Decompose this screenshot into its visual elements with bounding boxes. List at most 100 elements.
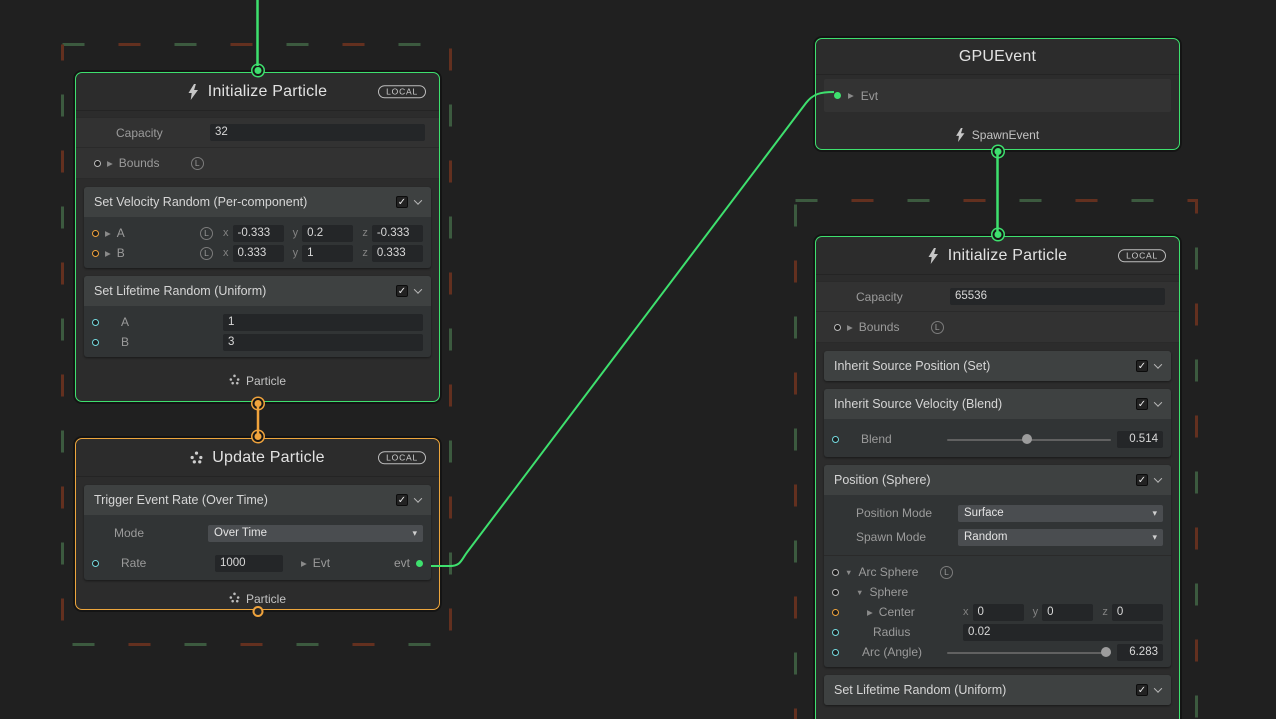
z-field[interactable]: 0.333 bbox=[372, 245, 423, 262]
bounds-port[interactable] bbox=[94, 160, 101, 167]
enabled-checkbox[interactable]: ✓ bbox=[396, 494, 408, 506]
blend-slider[interactable] bbox=[947, 431, 1111, 448]
value-field[interactable]: 1 bbox=[223, 314, 423, 331]
gpu-event-node[interactable]: GPUEvent ▶ Evt SpawnEvent bbox=[815, 38, 1180, 150]
x-field[interactable]: 0.333 bbox=[233, 245, 284, 262]
event-output-port[interactable] bbox=[994, 148, 1001, 155]
float-port[interactable] bbox=[92, 339, 99, 346]
bounds-port[interactable] bbox=[834, 324, 841, 331]
rate-field[interactable]: 1000 bbox=[215, 555, 283, 572]
collapse-chevron-icon[interactable] bbox=[414, 285, 422, 293]
flow-input-port[interactable] bbox=[994, 231, 1001, 238]
node-header[interactable]: Initialize Particle LOCAL bbox=[76, 73, 439, 111]
collapse-chevron-icon[interactable] bbox=[1154, 398, 1162, 406]
block-header[interactable]: Set Lifetime Random (Uniform) ✓ bbox=[824, 675, 1171, 705]
block-set-lifetime-random[interactable]: Set Lifetime Random (Uniform) ✓ A 1 B 3 bbox=[84, 276, 431, 357]
float-port[interactable] bbox=[832, 629, 839, 636]
sphere-port[interactable] bbox=[832, 589, 839, 596]
spawn-mode-dropdown[interactable]: Random ▾ bbox=[958, 529, 1163, 546]
event-input-port[interactable] bbox=[834, 92, 841, 99]
block-header[interactable]: Inherit Source Position (Set) ✓ bbox=[824, 351, 1171, 381]
enabled-checkbox[interactable]: ✓ bbox=[1136, 398, 1148, 410]
collapse-chevron-icon[interactable] bbox=[414, 196, 422, 204]
collapse-chevron-icon[interactable] bbox=[414, 494, 422, 502]
local-space-icon[interactable]: L bbox=[931, 321, 944, 334]
enabled-checkbox[interactable]: ✓ bbox=[396, 196, 408, 208]
radius-field[interactable]: 0.02 bbox=[963, 624, 1163, 641]
foldout-icon[interactable]: ▶ bbox=[867, 608, 873, 617]
vfx-graph-canvas[interactable]: Initialize Particle LOCAL Capacity 32 ▶ … bbox=[0, 0, 1276, 719]
y-field[interactable]: 1 bbox=[302, 245, 353, 262]
enabled-checkbox[interactable]: ✓ bbox=[1136, 684, 1148, 696]
enabled-checkbox[interactable]: ✓ bbox=[1136, 360, 1148, 372]
space-badge[interactable]: LOCAL bbox=[378, 451, 426, 465]
foldout-icon[interactable]: ▶ bbox=[105, 229, 111, 238]
y-field[interactable]: 0.2 bbox=[302, 225, 353, 242]
block-header[interactable]: Set Velocity Random (Per-component) ✓ bbox=[84, 187, 431, 217]
block-header[interactable]: Trigger Event Rate (Over Time) ✓ bbox=[84, 485, 431, 515]
value-field[interactable]: 3 bbox=[223, 334, 423, 351]
event-output-port[interactable] bbox=[416, 560, 423, 567]
block-position-sphere[interactable]: Position (Sphere) ✓ Position Mode Surfac… bbox=[824, 465, 1171, 667]
x-field[interactable]: -0.333 bbox=[233, 225, 284, 242]
foldout-open-icon[interactable]: ▼ bbox=[856, 588, 863, 597]
block-inherit-source-velocity[interactable]: Inherit Source Velocity (Blend) ✓ Blend … bbox=[824, 389, 1171, 457]
blend-field[interactable]: 0.514 bbox=[1117, 431, 1163, 448]
local-space-icon[interactable]: L bbox=[940, 566, 953, 579]
local-space-icon[interactable]: L bbox=[191, 157, 204, 170]
float-port[interactable] bbox=[832, 649, 839, 656]
slider-handle[interactable] bbox=[1101, 647, 1111, 657]
arc-angle-field[interactable]: 6.283 bbox=[1117, 644, 1163, 661]
z-field[interactable]: -0.333 bbox=[372, 225, 423, 242]
block-header[interactable]: Inherit Source Velocity (Blend) ✓ bbox=[824, 389, 1171, 419]
mode-dropdown[interactable]: Over Time ▾ bbox=[208, 525, 423, 542]
foldout-icon[interactable]: ▶ bbox=[107, 159, 113, 168]
node-header[interactable]: Update Particle LOCAL bbox=[76, 439, 439, 477]
collapse-chevron-icon[interactable] bbox=[1154, 684, 1162, 692]
block-set-velocity-random[interactable]: Set Velocity Random (Per-component) ✓ ▶ … bbox=[84, 187, 431, 268]
collapse-chevron-icon[interactable] bbox=[1154, 474, 1162, 482]
x-field[interactable]: 0 bbox=[973, 604, 1024, 621]
enabled-checkbox[interactable]: ✓ bbox=[396, 285, 408, 297]
collapse-chevron-icon[interactable] bbox=[1154, 360, 1162, 368]
block-inherit-source-position[interactable]: Inherit Source Position (Set) ✓ bbox=[824, 351, 1171, 381]
flow-input-port[interactable] bbox=[254, 433, 261, 440]
arc-sphere-port[interactable] bbox=[832, 569, 839, 576]
foldout-icon[interactable]: ▶ bbox=[301, 559, 307, 568]
space-badge[interactable]: LOCAL bbox=[378, 85, 426, 99]
node-header[interactable]: Initialize Particle LOCAL bbox=[816, 237, 1179, 275]
flow-output-port[interactable] bbox=[254, 400, 261, 407]
flow-output-port[interactable] bbox=[254, 608, 261, 615]
vector-port[interactable] bbox=[92, 250, 99, 257]
capacity-field[interactable]: 65536 bbox=[950, 288, 1165, 305]
vector-port[interactable] bbox=[832, 609, 839, 616]
slider-track[interactable] bbox=[947, 652, 1111, 654]
float-port[interactable] bbox=[92, 560, 99, 567]
foldout-icon[interactable]: ▶ bbox=[847, 323, 853, 332]
initialize-particle-node-left[interactable]: Initialize Particle LOCAL Capacity 32 ▶ … bbox=[75, 72, 440, 402]
foldout-icon[interactable]: ▶ bbox=[848, 91, 854, 100]
foldout-icon[interactable]: ▶ bbox=[105, 249, 111, 258]
local-space-icon[interactable]: L bbox=[200, 247, 213, 260]
float-port[interactable] bbox=[832, 436, 839, 443]
space-badge[interactable]: LOCAL bbox=[1118, 249, 1166, 263]
position-mode-dropdown[interactable]: Surface ▾ bbox=[958, 505, 1163, 522]
update-particle-node[interactable]: Update Particle LOCAL Trigger Event Rate… bbox=[75, 438, 440, 610]
local-space-icon[interactable]: L bbox=[200, 227, 213, 240]
y-field[interactable]: 0 bbox=[1042, 604, 1093, 621]
block-header[interactable]: Position (Sphere) ✓ bbox=[824, 465, 1171, 495]
z-field[interactable]: 0 bbox=[1112, 604, 1163, 621]
arc-angle-slider[interactable] bbox=[947, 644, 1111, 661]
slider-handle[interactable] bbox=[1022, 434, 1032, 444]
initialize-particle-node-right[interactable]: Initialize Particle LOCAL Capacity 65536… bbox=[815, 236, 1180, 719]
block-set-lifetime-random[interactable]: Set Lifetime Random (Uniform) ✓ bbox=[824, 675, 1171, 705]
capacity-field[interactable]: 32 bbox=[210, 124, 425, 141]
node-header[interactable]: GPUEvent bbox=[816, 39, 1179, 75]
block-trigger-event-rate[interactable]: Trigger Event Rate (Over Time) ✓ Mode Ov… bbox=[84, 485, 431, 580]
block-header[interactable]: Set Lifetime Random (Uniform) ✓ bbox=[84, 276, 431, 306]
float-port[interactable] bbox=[92, 319, 99, 326]
flow-input-port[interactable] bbox=[254, 67, 261, 74]
vector-port[interactable] bbox=[92, 230, 99, 237]
foldout-open-icon[interactable]: ▼ bbox=[845, 568, 852, 577]
enabled-checkbox[interactable]: ✓ bbox=[1136, 474, 1148, 486]
